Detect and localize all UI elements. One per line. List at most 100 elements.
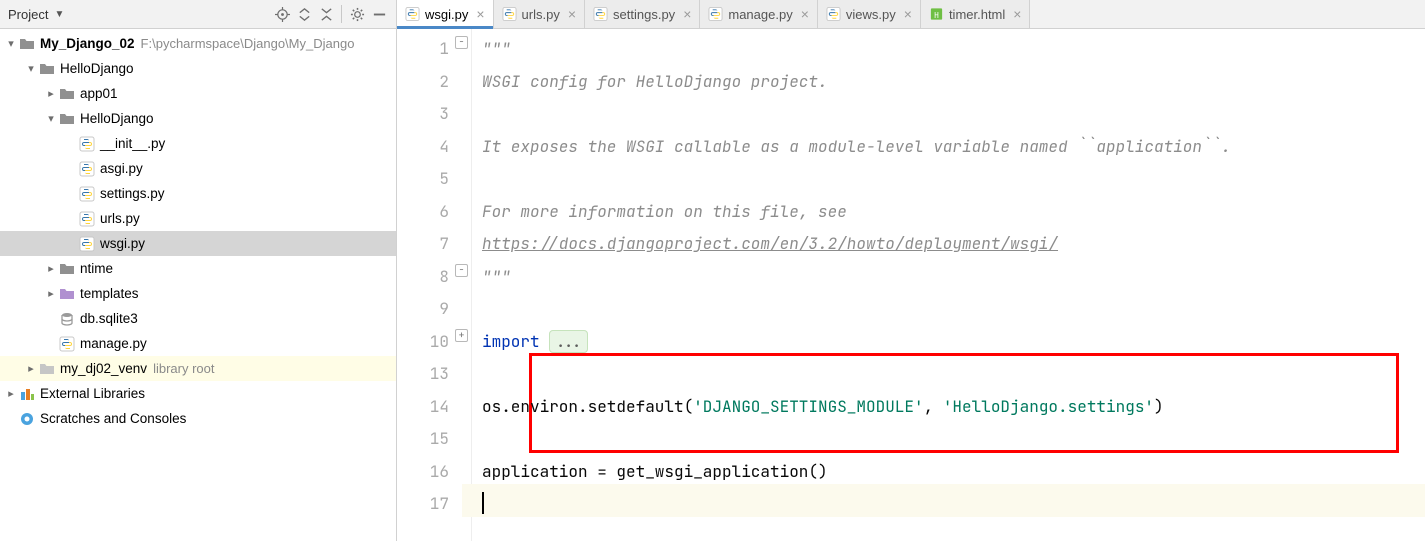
- scratch-icon: [18, 410, 36, 428]
- tree-item-ntime[interactable]: ntime: [0, 256, 396, 281]
- code-line: [482, 98, 1425, 131]
- tree-item-urls-py[interactable]: urls.py: [0, 206, 396, 231]
- py-icon: [502, 7, 517, 22]
- tree-arrow-icon[interactable]: [44, 262, 58, 275]
- py-icon: [58, 335, 76, 353]
- tree-arrow-icon[interactable]: [24, 362, 38, 375]
- tree-item-label: asgi.py: [100, 161, 143, 176]
- code-line: [482, 358, 1425, 391]
- project-toolbar: Project ▼: [0, 0, 396, 29]
- divider: [341, 5, 342, 23]
- tab-views-py[interactable]: views.py ×: [818, 0, 921, 28]
- templates-icon: [58, 285, 76, 303]
- tree-item-label: External Libraries: [40, 386, 145, 401]
- tree-item-scratches-and-consoles[interactable]: Scratches and Consoles: [0, 406, 396, 431]
- tree-arrow-icon[interactable]: [44, 87, 58, 100]
- py-icon: [593, 7, 608, 22]
- chevron-down-icon[interactable]: ▼: [54, 9, 64, 20]
- line-number: 3: [397, 98, 449, 131]
- tree-item-my_dj02_venv[interactable]: my_dj02_venv library root: [0, 356, 396, 381]
- tree-item-label: app01: [80, 86, 118, 101]
- tab-urls-py[interactable]: urls.py ×: [494, 0, 585, 28]
- tab-label: views.py: [846, 7, 896, 22]
- tree-item-__init__-py[interactable]: __init__.py: [0, 131, 396, 156]
- tree-item-label: HelloDjango: [80, 111, 154, 126]
- py-icon: [708, 7, 723, 22]
- tree-arrow-icon[interactable]: [4, 37, 18, 50]
- tab-label: urls.py: [522, 7, 560, 22]
- tree-item-settings-py[interactable]: settings.py: [0, 181, 396, 206]
- code-editor[interactable]: 123456789101314151617 − − + """ WSGI con…: [397, 29, 1425, 541]
- py-icon: [78, 210, 96, 228]
- tree-item-label: wsgi.py: [100, 236, 145, 251]
- fold-marker-import-icon[interactable]: +: [455, 329, 468, 342]
- tree-item-label: My_Django_02: [40, 36, 135, 51]
- tree-item-hellodjango[interactable]: HelloDjango: [0, 56, 396, 81]
- line-number: 15: [397, 423, 449, 456]
- tree-item-app01[interactable]: app01: [0, 81, 396, 106]
- folder-icon: [38, 60, 56, 78]
- svg-text:H: H: [934, 11, 939, 20]
- code-line: It exposes the WSGI callable as a module…: [482, 131, 1425, 164]
- gear-icon[interactable]: [346, 3, 368, 25]
- close-icon[interactable]: ×: [801, 6, 809, 22]
- line-number: 2: [397, 66, 449, 99]
- import-fold[interactable]: ...: [549, 330, 588, 353]
- expand-all-icon[interactable]: [293, 3, 315, 25]
- tree-item-asgi-py[interactable]: asgi.py: [0, 156, 396, 181]
- tree-item-db-sqlite3[interactable]: db.sqlite3: [0, 306, 396, 331]
- py-icon: [78, 185, 96, 203]
- py-icon: [826, 7, 841, 22]
- project-title[interactable]: Project: [8, 7, 48, 22]
- project-tool-window: Project ▼ My_Django_02 F:\pycharmspace\Dj…: [0, 0, 397, 541]
- tree-arrow-icon[interactable]: [4, 387, 18, 400]
- line-number: 5: [397, 163, 449, 196]
- locate-icon[interactable]: [271, 3, 293, 25]
- line-number: 10: [397, 326, 449, 359]
- folder-icon: [58, 110, 76, 128]
- project-tree[interactable]: My_Django_02 F:\pycharmspace\Django\My_Dj…: [0, 29, 396, 541]
- tree-arrow-icon[interactable]: [44, 112, 58, 125]
- fold-marker-icon[interactable]: −: [455, 36, 468, 49]
- close-icon[interactable]: ×: [1013, 6, 1021, 22]
- tree-item-label: ntime: [80, 261, 113, 276]
- tree-item-hellodjango[interactable]: HelloDjango: [0, 106, 396, 131]
- tab-manage-py[interactable]: manage.py ×: [700, 0, 818, 28]
- tree-arrow-icon[interactable]: [24, 62, 38, 75]
- tab-wsgi-py[interactable]: wsgi.py×: [397, 0, 494, 28]
- tab-settings-py[interactable]: settings.py×: [585, 0, 700, 28]
- folder-icon: [58, 85, 76, 103]
- fold-marker-close-icon[interactable]: −: [455, 264, 468, 277]
- code-body[interactable]: """ WSGI config for HelloDjango project.…: [472, 29, 1425, 541]
- tree-arrow-icon[interactable]: [44, 287, 58, 300]
- py-icon: [78, 235, 96, 253]
- close-icon[interactable]: ×: [683, 6, 691, 22]
- code-line: [482, 423, 1425, 456]
- collapse-all-icon[interactable]: [315, 3, 337, 25]
- code-line: import ...: [482, 326, 1425, 359]
- line-number: 16: [397, 456, 449, 489]
- tree-item-label: my_dj02_venv: [60, 361, 147, 376]
- text-cursor: [482, 492, 484, 514]
- tree-item-label: templates: [80, 286, 139, 301]
- code-line: """: [482, 261, 1425, 294]
- close-icon[interactable]: ×: [904, 6, 912, 22]
- close-icon[interactable]: ×: [568, 6, 576, 22]
- folder-icon: [18, 35, 36, 53]
- hide-icon[interactable]: [368, 3, 390, 25]
- code-line: For more information on this file, see: [482, 196, 1425, 229]
- venv-icon: [38, 360, 56, 378]
- tab-timer-html[interactable]: Htimer.html×: [921, 0, 1031, 28]
- tree-item-label: __init__.py: [100, 136, 165, 151]
- tree-item-manage-py[interactable]: manage.py: [0, 331, 396, 356]
- tab-label: manage.py: [728, 7, 792, 22]
- tree-item-wsgi-py[interactable]: wsgi.py: [0, 231, 396, 256]
- tree-item-my_django_02[interactable]: My_Django_02 F:\pycharmspace\Django\My_Dj…: [0, 31, 396, 56]
- close-icon[interactable]: ×: [476, 6, 484, 22]
- tree-item-templates[interactable]: templates: [0, 281, 396, 306]
- tree-item-external-libraries[interactable]: External Libraries: [0, 381, 396, 406]
- tree-item-hint: library root: [153, 361, 214, 376]
- tree-item-label: urls.py: [100, 211, 140, 226]
- tree-item-hint: F:\pycharmspace\Django\My_Django: [141, 36, 355, 51]
- code-line: [482, 163, 1425, 196]
